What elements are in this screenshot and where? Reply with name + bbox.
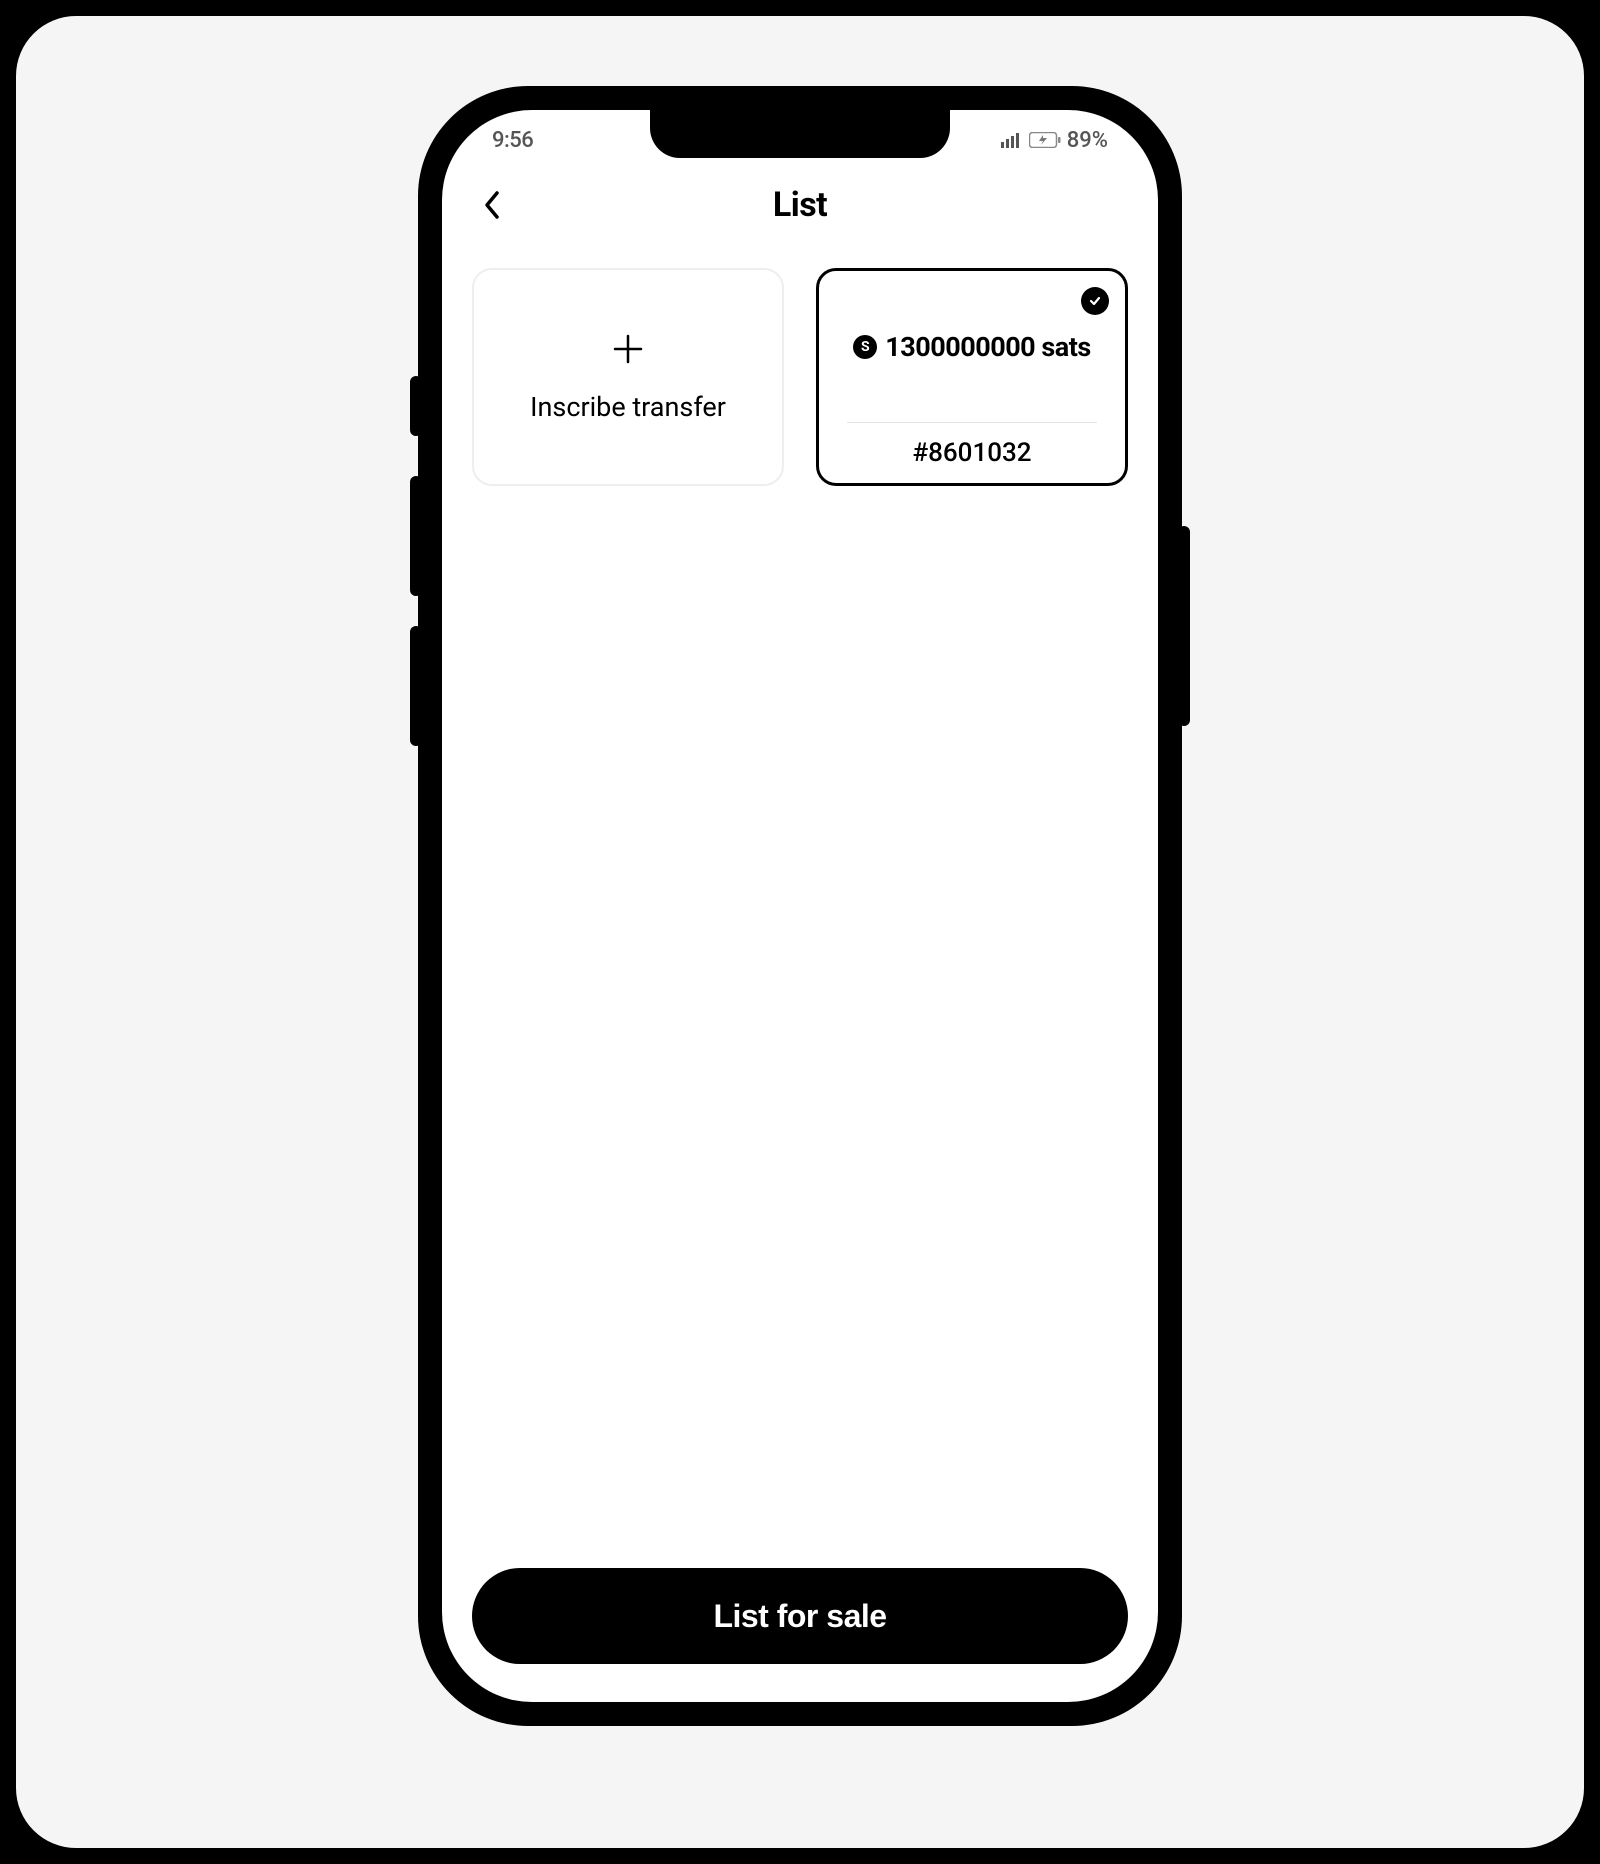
- sats-id: #8601032: [912, 423, 1031, 483]
- status-right: 89%: [1001, 128, 1108, 153]
- page-background: 9:56: [16, 16, 1584, 1848]
- phone-screen: 9:56: [442, 110, 1158, 1702]
- selected-check-icon: [1081, 287, 1109, 315]
- chevron-left-icon: [483, 190, 501, 220]
- phone-side-button: [410, 376, 422, 436]
- battery-icon: [1029, 132, 1061, 148]
- inscribe-transfer-card[interactable]: Inscribe transfer: [472, 268, 784, 486]
- battery-percent: 89%: [1067, 128, 1108, 153]
- phone-side-button: [1178, 526, 1190, 726]
- signal-icon: [1001, 132, 1023, 148]
- page-title: List: [773, 185, 827, 225]
- footer: List for sale: [472, 1568, 1128, 1664]
- app-header: List: [442, 170, 1158, 240]
- phone-frame: 9:56: [418, 86, 1182, 1726]
- card-grid: Inscribe transfer S 1300000000 sats #860…: [442, 240, 1158, 514]
- plus-icon: [613, 331, 643, 371]
- sats-amount-row: S 1300000000 sats: [847, 271, 1096, 423]
- sats-item-card[interactable]: S 1300000000 sats #8601032: [816, 268, 1128, 486]
- sats-amount: 1300000000 sats: [885, 331, 1090, 363]
- phone-side-button: [410, 476, 422, 596]
- back-button[interactable]: [472, 185, 512, 225]
- list-for-sale-button[interactable]: List for sale: [472, 1568, 1128, 1664]
- status-time: 9:56: [492, 128, 533, 153]
- phone-notch: [650, 110, 950, 158]
- sats-badge-icon: S: [853, 335, 877, 359]
- phone-side-button: [410, 626, 422, 746]
- inscribe-label: Inscribe transfer: [530, 391, 726, 423]
